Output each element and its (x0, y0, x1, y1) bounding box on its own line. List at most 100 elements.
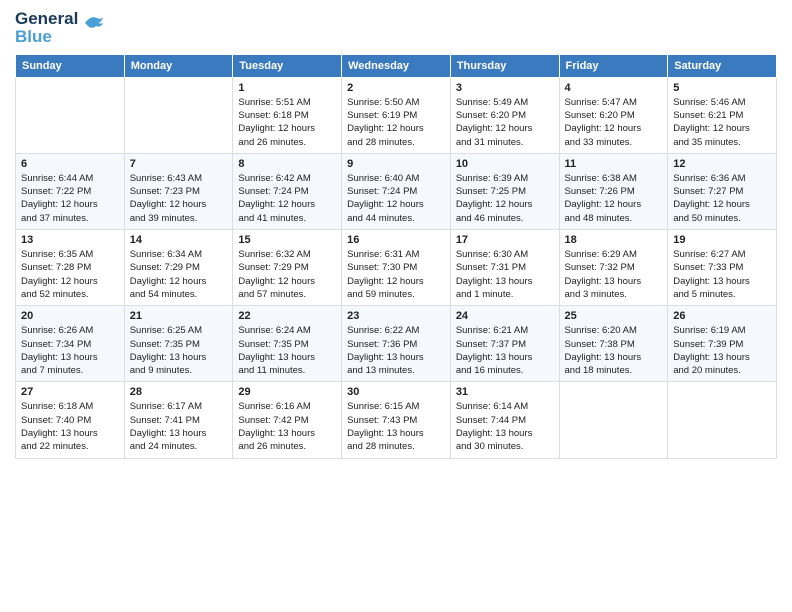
day-number: 13 (21, 234, 119, 246)
cell-content-line: Sunset: 7:39 PM (673, 338, 771, 351)
calendar-cell: 19Sunrise: 6:27 AMSunset: 7:33 PMDayligh… (668, 230, 777, 306)
cell-content-line: Sunset: 7:35 PM (130, 338, 228, 351)
cell-content-line: and 28 minutes. (347, 136, 445, 149)
day-number: 17 (456, 234, 554, 246)
day-number: 12 (673, 158, 771, 170)
cell-content-line: and 28 minutes. (347, 440, 445, 453)
cell-content-line: Sunrise: 6:39 AM (456, 172, 554, 185)
cell-content-line: Sunrise: 6:32 AM (238, 248, 336, 261)
calendar-cell: 12Sunrise: 6:36 AMSunset: 7:27 PMDayligh… (668, 153, 777, 229)
calendar-week-row: 1Sunrise: 5:51 AMSunset: 6:18 PMDaylight… (16, 77, 777, 153)
cell-content-line: Sunset: 7:30 PM (347, 261, 445, 274)
cell-content-line: Sunrise: 6:42 AM (238, 172, 336, 185)
cell-content-line: Sunrise: 6:20 AM (565, 324, 663, 337)
calendar-week-row: 6Sunrise: 6:44 AMSunset: 7:22 PMDaylight… (16, 153, 777, 229)
cell-content-line: Daylight: 13 hours (21, 351, 119, 364)
cell-content-line: Sunset: 6:18 PM (238, 109, 336, 122)
day-number: 27 (21, 386, 119, 398)
cell-content-line: Daylight: 12 hours (565, 198, 663, 211)
calendar-cell: 3Sunrise: 5:49 AMSunset: 6:20 PMDaylight… (450, 77, 559, 153)
cell-content-line: Sunrise: 6:44 AM (21, 172, 119, 185)
calendar-cell: 9Sunrise: 6:40 AMSunset: 7:24 PMDaylight… (342, 153, 451, 229)
cell-content-line: Daylight: 13 hours (673, 351, 771, 364)
cell-content-line: Sunrise: 6:30 AM (456, 248, 554, 261)
cell-content-line: Sunset: 7:24 PM (238, 185, 336, 198)
cell-content-line: Sunrise: 6:29 AM (565, 248, 663, 261)
day-number: 10 (456, 158, 554, 170)
calendar-cell: 21Sunrise: 6:25 AMSunset: 7:35 PMDayligh… (124, 306, 233, 382)
calendar-cell: 13Sunrise: 6:35 AMSunset: 7:28 PMDayligh… (16, 230, 125, 306)
day-number: 5 (673, 82, 771, 94)
logo: General Blue (15, 10, 105, 46)
day-number: 2 (347, 82, 445, 94)
cell-content-line: and 59 minutes. (347, 288, 445, 301)
calendar-cell: 26Sunrise: 6:19 AMSunset: 7:39 PMDayligh… (668, 306, 777, 382)
cell-content-line: Sunrise: 5:50 AM (347, 96, 445, 109)
calendar-cell: 31Sunrise: 6:14 AMSunset: 7:44 PMDayligh… (450, 382, 559, 458)
cell-content-line: Sunset: 7:32 PM (565, 261, 663, 274)
cell-content-line: Sunrise: 5:47 AM (565, 96, 663, 109)
day-number: 6 (21, 158, 119, 170)
calendar-cell: 27Sunrise: 6:18 AMSunset: 7:40 PMDayligh… (16, 382, 125, 458)
cell-content-line: Sunrise: 6:31 AM (347, 248, 445, 261)
cell-content-line: Sunset: 7:27 PM (673, 185, 771, 198)
day-number: 21 (130, 310, 228, 322)
day-number: 3 (456, 82, 554, 94)
col-header-friday: Friday (559, 54, 668, 77)
cell-content-line: and 31 minutes. (456, 136, 554, 149)
cell-content-line: Daylight: 12 hours (347, 198, 445, 211)
cell-content-line: Sunset: 7:42 PM (238, 414, 336, 427)
cell-content-line: and 50 minutes. (673, 212, 771, 225)
cell-content-line: Sunrise: 6:19 AM (673, 324, 771, 337)
col-header-saturday: Saturday (668, 54, 777, 77)
cell-content-line: Daylight: 13 hours (347, 351, 445, 364)
cell-content-line: Daylight: 13 hours (565, 351, 663, 364)
calendar-cell: 8 Sunrise: 6:42 AMSunset: 7:24 PMDaylight… (233, 153, 342, 229)
day-number: 25 (565, 310, 663, 322)
calendar-cell: 14Sunrise: 6:34 AMSunset: 7:29 PMDayligh… (124, 230, 233, 306)
cell-content-line: Daylight: 12 hours (673, 198, 771, 211)
cell-content-line: Daylight: 13 hours (238, 351, 336, 364)
cell-content-line: Sunrise: 6:43 AM (130, 172, 228, 185)
cell-content-line: and 54 minutes. (130, 288, 228, 301)
cell-content-line: Daylight: 12 hours (130, 198, 228, 211)
day-number: 8 (238, 158, 336, 170)
calendar-week-row: 20Sunrise: 6:26 AMSunset: 7:34 PMDayligh… (16, 306, 777, 382)
cell-content-line: Sunrise: 5:49 AM (456, 96, 554, 109)
day-number: 22 (238, 310, 336, 322)
calendar-cell: 29Sunrise: 6:16 AMSunset: 7:42 PMDayligh… (233, 382, 342, 458)
cell-content-line: Sunset: 7:22 PM (21, 185, 119, 198)
cell-content-line: Sunrise: 6:16 AM (238, 400, 336, 413)
cell-content-line: Daylight: 13 hours (130, 351, 228, 364)
calendar-cell: 18Sunrise: 6:29 AMSunset: 7:32 PMDayligh… (559, 230, 668, 306)
calendar-cell: 17Sunrise: 6:30 AMSunset: 7:31 PMDayligh… (450, 230, 559, 306)
cell-content-line: and 39 minutes. (130, 212, 228, 225)
cell-content-line: and 5 minutes. (673, 288, 771, 301)
cell-content-line: Daylight: 12 hours (21, 198, 119, 211)
day-number: 20 (21, 310, 119, 322)
cell-content-line: and 57 minutes. (238, 288, 336, 301)
day-number: 15 (238, 234, 336, 246)
cell-content-line: Sunrise: 5:51 AM (238, 96, 336, 109)
cell-content-line: Daylight: 13 hours (456, 275, 554, 288)
cell-content-line: Sunset: 7:25 PM (456, 185, 554, 198)
cell-content-line: Daylight: 12 hours (238, 122, 336, 135)
cell-content-line: Daylight: 12 hours (238, 198, 336, 211)
cell-content-line: Daylight: 12 hours (565, 122, 663, 135)
day-number: 31 (456, 386, 554, 398)
cell-content-line: Sunset: 7:43 PM (347, 414, 445, 427)
logo-blue: Blue (15, 28, 78, 46)
cell-content-line: and 26 minutes. (238, 440, 336, 453)
cell-content-line: and 3 minutes. (565, 288, 663, 301)
cell-content-line: Sunrise: 6:26 AM (21, 324, 119, 337)
day-number: 18 (565, 234, 663, 246)
cell-content-line: Daylight: 12 hours (347, 122, 445, 135)
calendar-table: SundayMondayTuesdayWednesdayThursdayFrid… (15, 54, 777, 459)
cell-content-line: Sunrise: 6:14 AM (456, 400, 554, 413)
cell-content-line: Daylight: 13 hours (347, 427, 445, 440)
cell-content-line: Sunrise: 6:22 AM (347, 324, 445, 337)
calendar-week-row: 27Sunrise: 6:18 AMSunset: 7:40 PMDayligh… (16, 382, 777, 458)
day-number: 24 (456, 310, 554, 322)
cell-content-line: and 33 minutes. (565, 136, 663, 149)
calendar-cell: 20Sunrise: 6:26 AMSunset: 7:34 PMDayligh… (16, 306, 125, 382)
